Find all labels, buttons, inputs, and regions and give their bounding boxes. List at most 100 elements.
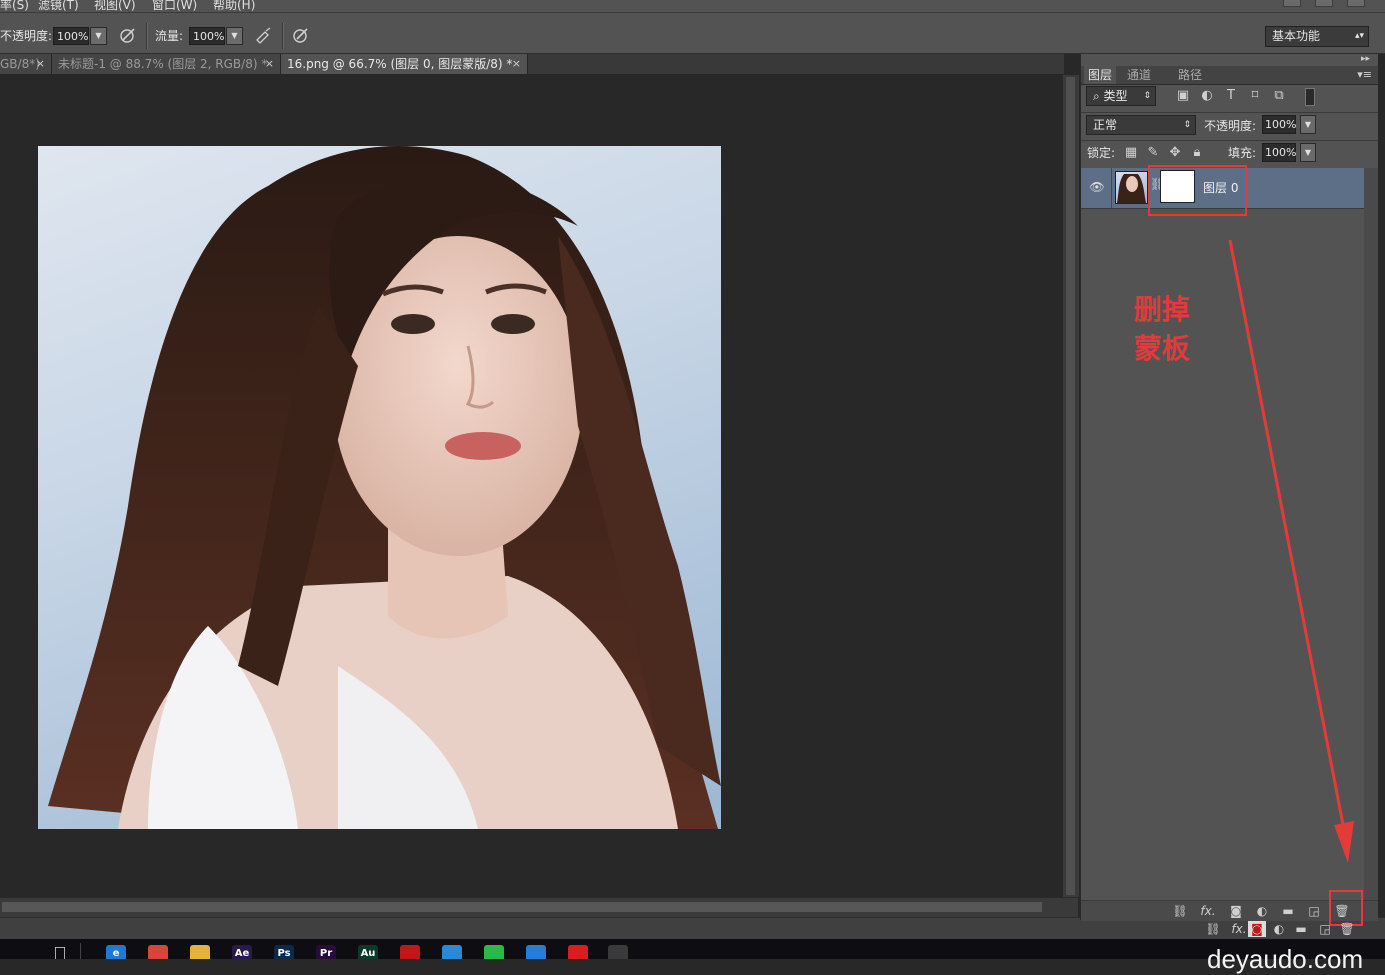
collapse-panel-icon[interactable]: ▸▸ <box>1361 54 1370 64</box>
divider <box>80 943 81 959</box>
blend-mode-select[interactable]: 正常 ⇕ <box>1086 115 1196 135</box>
separator <box>282 23 284 49</box>
layer-style-fx-button[interactable]: fx. <box>1199 903 1217 919</box>
chevron-updown-icon: ▴▾ <box>1354 31 1364 41</box>
close-window-button[interactable] <box>1347 0 1365 7</box>
tab-layers[interactable]: 图层 <box>1084 66 1117 84</box>
taskbar-app-wechat-icon[interactable] <box>484 945 504 959</box>
menu-item-filter[interactable]: 滤镜(T) <box>38 0 79 12</box>
document-tabs: GB/8*) × 未标题-1 @ 88.7% (图层 2, RGB/8) * ×… <box>0 54 1064 75</box>
tab-channels[interactable]: 通道 <box>1123 66 1155 84</box>
blend-mode-value: 正常 <box>1093 118 1118 132</box>
taskbar-app-pinduoduo-icon[interactable] <box>568 945 588 959</box>
layers-scrollbar[interactable] <box>1364 168 1378 900</box>
workspace-value: 基本功能 <box>1272 29 1321 43</box>
highlight-box-mask <box>1148 165 1247 216</box>
filter-toggle-switch[interactable] <box>1305 88 1315 106</box>
link-layers-icon[interactable]: ⛓︎ <box>1171 903 1189 919</box>
new-layer-icon[interactable]: ◲ <box>1305 903 1323 919</box>
adjustment-layer-icon[interactable]: ◐ <box>1270 921 1288 937</box>
tab-document-1[interactable]: GB/8*) × <box>0 54 52 74</box>
taskbar-app-photoshop-icon[interactable]: Ps <box>274 945 294 959</box>
taskbar-app-messenger-icon[interactable] <box>442 945 462 959</box>
secondary-panel-footer: ⛓︎ fx. ◙ ◐ ▬ ◲ 🗑︎ <box>1086 921 1366 941</box>
menu-item-help[interactable]: 帮助(H) <box>213 0 255 12</box>
tab-title: 未标题-1 @ 88.7% (图层 2, RGB/8) * <box>58 57 268 71</box>
tab-document-active[interactable]: 16.png @ 66.7% (图层 0, 图层蒙版/8) * × <box>281 54 528 74</box>
new-group-folder-icon[interactable]: ▬ <box>1292 921 1310 937</box>
tab-paths[interactable]: 路径 <box>1174 66 1206 84</box>
filter-pixel-icon[interactable]: ▣ <box>1175 88 1191 104</box>
taskbar-app-feishu-icon[interactable] <box>526 945 546 959</box>
taskbar-app-chrome-icon[interactable] <box>148 945 168 959</box>
annotation-line-1: 删掉 <box>1134 293 1191 326</box>
workspace-select[interactable]: 基本功能 ▴▾ <box>1265 26 1369 47</box>
panel-menu-icon[interactable]: ▾≡ <box>1357 68 1372 81</box>
eye-icon[interactable]: 👁︎ <box>1089 180 1105 196</box>
lock-label: 锁定: <box>1087 146 1116 160</box>
taskbar-app-after-effects-icon[interactable]: Ae <box>232 945 252 959</box>
adjustment-layer-icon[interactable]: ◐ <box>1253 903 1271 919</box>
lock-image-pixels-icon[interactable]: ✎ <box>1145 145 1161 161</box>
portrait-image <box>48 146 721 829</box>
link-layers-icon[interactable]: ⛓︎ <box>1204 921 1222 937</box>
close-tab-icon[interactable]: × <box>512 54 521 74</box>
annotation-text: 删掉 蒙板 <box>1134 290 1204 368</box>
menu-item-window[interactable]: 窗口(W) <box>152 0 197 12</box>
fill-dropdown[interactable]: ▼ <box>1300 143 1316 162</box>
close-tab-icon[interactable]: × <box>265 54 274 74</box>
opacity-label: 不透明度: <box>0 29 53 43</box>
layer-thumbnail[interactable] <box>1115 171 1148 204</box>
lock-transparent-pixels-icon[interactable]: ▦ <box>1123 145 1139 161</box>
taskbar-app-explorer-icon[interactable] <box>190 945 210 959</box>
usb-icon[interactable] <box>55 947 65 959</box>
pressure-size-icon[interactable] <box>290 26 312 46</box>
menu-item-view[interactable]: 视图(V) <box>94 0 136 12</box>
scroll-thumb[interactable] <box>2 902 1042 912</box>
airbrush-icon[interactable] <box>253 26 275 46</box>
taskbar-app-premiere-icon[interactable]: Pr <box>316 945 336 959</box>
taskbar-app-edge-icon[interactable]: e <box>106 945 126 959</box>
layer-opacity-label: 不透明度: <box>1204 119 1257 133</box>
layer-opacity-dropdown[interactable]: ▼ <box>1300 115 1316 134</box>
layer-style-fx-button[interactable]: fx. <box>1230 921 1248 937</box>
fill-label: 填充: <box>1228 146 1257 160</box>
document-canvas-image[interactable] <box>38 146 721 829</box>
new-layer-icon[interactable]: ◲ <box>1316 921 1334 937</box>
minimize-button[interactable] <box>1283 0 1301 7</box>
close-tab-icon[interactable]: × <box>36 54 45 74</box>
flow-input[interactable]: 100% <box>189 27 225 45</box>
new-group-folder-icon[interactable]: ▬ <box>1279 903 1297 919</box>
maximize-button[interactable] <box>1315 0 1333 7</box>
filter-kind-value: 类型 <box>1103 89 1128 103</box>
flow-dropdown-button[interactable]: ▼ <box>226 27 243 45</box>
lock-all-icon[interactable]: 🔒︎ <box>1189 145 1205 161</box>
tab-document-2[interactable]: 未标题-1 @ 88.7% (图层 2, RGB/8) * × <box>52 54 281 74</box>
taskbar-app-photos-icon[interactable] <box>608 945 628 959</box>
lock-position-icon[interactable]: ✥ <box>1167 145 1183 161</box>
opacity-dropdown-button[interactable]: ▼ <box>90 27 107 45</box>
panel-tabs: 图层 通道 路径 ▾≡ <box>1081 66 1378 85</box>
layer-opacity-input[interactable]: 100% <box>1262 115 1296 134</box>
add-mask-icon[interactable]: ◙ <box>1227 903 1245 919</box>
watermark-text: deyaudo.com <box>1207 944 1364 974</box>
taskbar-app-recorder-icon[interactable] <box>400 945 420 959</box>
filter-type-icon[interactable]: T <box>1223 88 1239 104</box>
filter-shape-icon[interactable]: ⌑ <box>1247 88 1263 104</box>
vertical-scrollbar[interactable] <box>1062 75 1079 897</box>
add-mask-icon[interactable]: ◙ <box>1248 921 1266 937</box>
trash-icon[interactable]: 🗑︎ <box>1338 921 1356 937</box>
filter-smart-object-icon[interactable]: ⧉ <box>1271 88 1287 104</box>
taskbar-app-audition-icon[interactable]: Au <box>358 945 378 959</box>
divider <box>1111 168 1112 208</box>
menu-item-select[interactable]: 率(S) <box>0 0 29 12</box>
fill-input[interactable]: 100% <box>1262 143 1296 162</box>
layer-filter-select[interactable]: ⌕ 类型 ⇕ <box>1086 86 1156 106</box>
opacity-input[interactable]: 100% <box>53 27 89 45</box>
chevron-updown-icon: ⇕ <box>1183 120 1191 130</box>
pressure-opacity-icon[interactable] <box>117 26 139 46</box>
filter-adjustment-icon[interactable]: ◐ <box>1199 88 1215 104</box>
scroll-thumb[interactable] <box>1066 77 1075 895</box>
horizontal-scrollbar[interactable] <box>0 897 1078 918</box>
annotation-arrow <box>1228 239 1354 863</box>
